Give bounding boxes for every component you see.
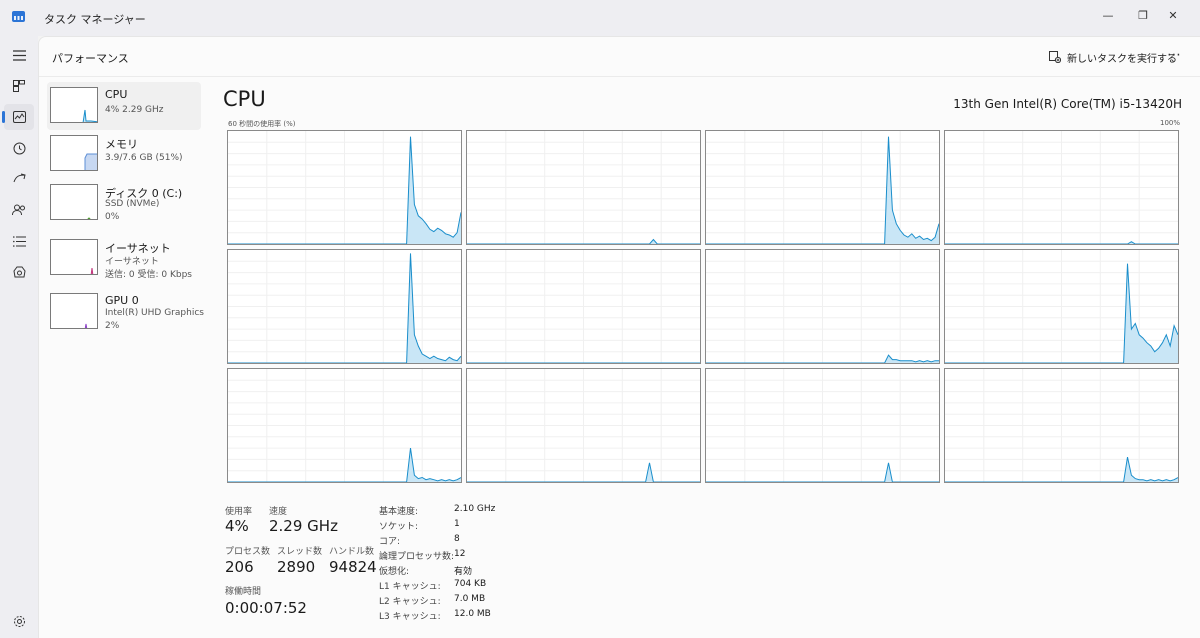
run-new-task-button[interactable]: 新しいタスクを実行する — [1045, 46, 1181, 68]
device-name: メモリ — [105, 138, 138, 151]
threads-label: スレッド数 — [277, 547, 323, 557]
device-item-memory[interactable]: メモリ 3.9/7.6 GB (51%) — [47, 130, 201, 178]
spec-label: 仮想化: — [379, 567, 410, 577]
memory-thumbnail-graph — [50, 135, 98, 171]
performance-icon[interactable] — [2, 104, 34, 130]
usage-graph-svg — [228, 131, 461, 244]
spec-value: 12.0 MB — [454, 609, 491, 619]
spec-value: 8 — [454, 534, 460, 544]
device-throughput: 送信: 0 受信: 0 Kbps — [105, 270, 192, 280]
logical-processor-graph — [466, 249, 701, 364]
device-detail: 3.9/7.6 GB (51%) — [105, 153, 183, 163]
logical-processor-graph — [466, 368, 701, 483]
threads-value: 2890 — [277, 558, 316, 576]
graph-axis-label: 60 秒間の使用率 (%) — [228, 120, 296, 128]
device-item-ethernet[interactable]: イーサネット イーサネット 送信: 0 受信: 0 Kbps — [47, 234, 201, 282]
speed-label: 速度 — [269, 507, 288, 517]
spec-label: 論理プロセッサ数: — [379, 552, 455, 562]
logical-processor-graph — [227, 249, 462, 364]
usage-graph-svg — [945, 369, 1178, 482]
spec-label: L1 キャッシュ: — [379, 582, 441, 592]
usage-graph-svg — [228, 250, 461, 363]
device-item-disk[interactable]: ディスク 0 (C:) SSD (NVMe) 0% — [47, 179, 201, 227]
menu-icon[interactable] — [4, 42, 34, 68]
uptime-value: 0:00:07:52 — [225, 599, 307, 617]
logical-processor-graph — [227, 130, 462, 245]
title-bar: タスク マネージャー — ❐ ✕ — [0, 0, 1200, 36]
main-panel: パフォーマンス 新しいタスクを実行する ⋯ CPU 4% 2.29 GHz メモ… — [38, 36, 1200, 638]
device-type: SSD (NVMe) — [105, 199, 160, 209]
spec-label: L2 キャッシュ: — [379, 597, 441, 607]
processes-label: プロセス数 — [225, 547, 271, 557]
usage-value: 4% — [225, 517, 249, 535]
usage-graph-svg — [467, 369, 700, 482]
logical-processor-graph — [466, 130, 701, 245]
processes-icon[interactable] — [4, 73, 34, 99]
run-task-label: 新しいタスクを実行する — [1067, 53, 1177, 65]
device-type: イーサネット — [105, 257, 159, 267]
spec-label: L3 キャッシュ: — [379, 612, 441, 622]
device-usage: 0% — [105, 212, 120, 222]
logical-processor-graph — [705, 249, 940, 364]
page-title: パフォーマンス — [52, 52, 129, 65]
cpu-model: 13th Gen Intel(R) Core(TM) i5-13420H — [953, 97, 1182, 111]
spec-value: 2.10 GHz — [454, 504, 496, 514]
users-icon[interactable] — [4, 197, 34, 223]
usage-graph-svg — [706, 131, 939, 244]
usage-graph-svg — [228, 369, 461, 482]
logical-processor-graph — [944, 249, 1179, 364]
usage-graph-svg — [945, 250, 1178, 363]
spec-value: 有効 — [454, 567, 473, 577]
device-detail: 4% 2.29 GHz — [105, 105, 164, 115]
startup-icon[interactable] — [4, 166, 34, 192]
device-type: Intel(R) UHD Graphics — [105, 308, 204, 318]
window-title: タスク マネージャー — [44, 13, 146, 26]
ethernet-thumbnail-graph — [50, 239, 98, 275]
usage-label: 使用率 — [225, 507, 253, 517]
usage-graph-svg — [706, 369, 939, 482]
spec-value: 704 KB — [454, 579, 487, 589]
logical-processor-graph — [944, 368, 1179, 483]
logical-processor-graph — [705, 368, 940, 483]
spec-label: ソケット: — [379, 522, 419, 532]
logical-processor-graph — [227, 368, 462, 483]
spec-label: コア: — [379, 537, 401, 547]
app-history-icon[interactable] — [4, 135, 34, 161]
speed-value: 2.29 GHz — [269, 517, 338, 535]
device-item-gpu[interactable]: GPU 0 Intel(R) UHD Graphics 2% — [47, 288, 204, 336]
device-name: CPU — [105, 88, 128, 101]
usage-graph-svg — [467, 250, 700, 363]
processes-value: 206 — [225, 558, 254, 576]
spec-label: 基本速度: — [379, 507, 419, 517]
command-bar: パフォーマンス 新しいタスクを実行する ⋯ — [39, 37, 1200, 77]
device-usage: 2% — [105, 321, 120, 331]
details-icon[interactable] — [4, 228, 34, 254]
spec-value: 1 — [454, 519, 460, 529]
more-options-button[interactable]: ⋯ — [1167, 47, 1182, 63]
logical-processor-graph — [705, 130, 940, 245]
usage-graph-svg — [706, 250, 939, 363]
close-button[interactable]: ✕ — [1150, 0, 1196, 30]
services-icon[interactable] — [4, 259, 34, 285]
logical-processor-graph — [944, 130, 1179, 245]
cpu-thumbnail-graph — [50, 87, 98, 123]
settings-gear-icon[interactable] — [4, 608, 34, 634]
disk-thumbnail-graph — [50, 184, 98, 220]
spec-value: 7.0 MB — [454, 594, 486, 604]
device-item-cpu[interactable]: CPU 4% 2.29 GHz — [47, 82, 201, 130]
gpu-thumbnail-graph — [50, 293, 98, 329]
graph-max-label: 100% — [1159, 119, 1180, 127]
cpu-title: CPU — [223, 87, 266, 111]
navigation-rail — [0, 36, 38, 638]
usage-graph-svg — [945, 131, 1178, 244]
device-name: GPU 0 — [105, 294, 139, 307]
uptime-label: 稼働時間 — [225, 587, 262, 597]
task-manager-app-icon — [12, 11, 25, 22]
run-task-icon — [1049, 51, 1061, 63]
handles-value: 94824 — [329, 558, 377, 576]
spec-value: 12 — [454, 549, 466, 559]
usage-graph-svg — [467, 131, 700, 244]
handles-label: ハンドル数 — [329, 547, 375, 557]
